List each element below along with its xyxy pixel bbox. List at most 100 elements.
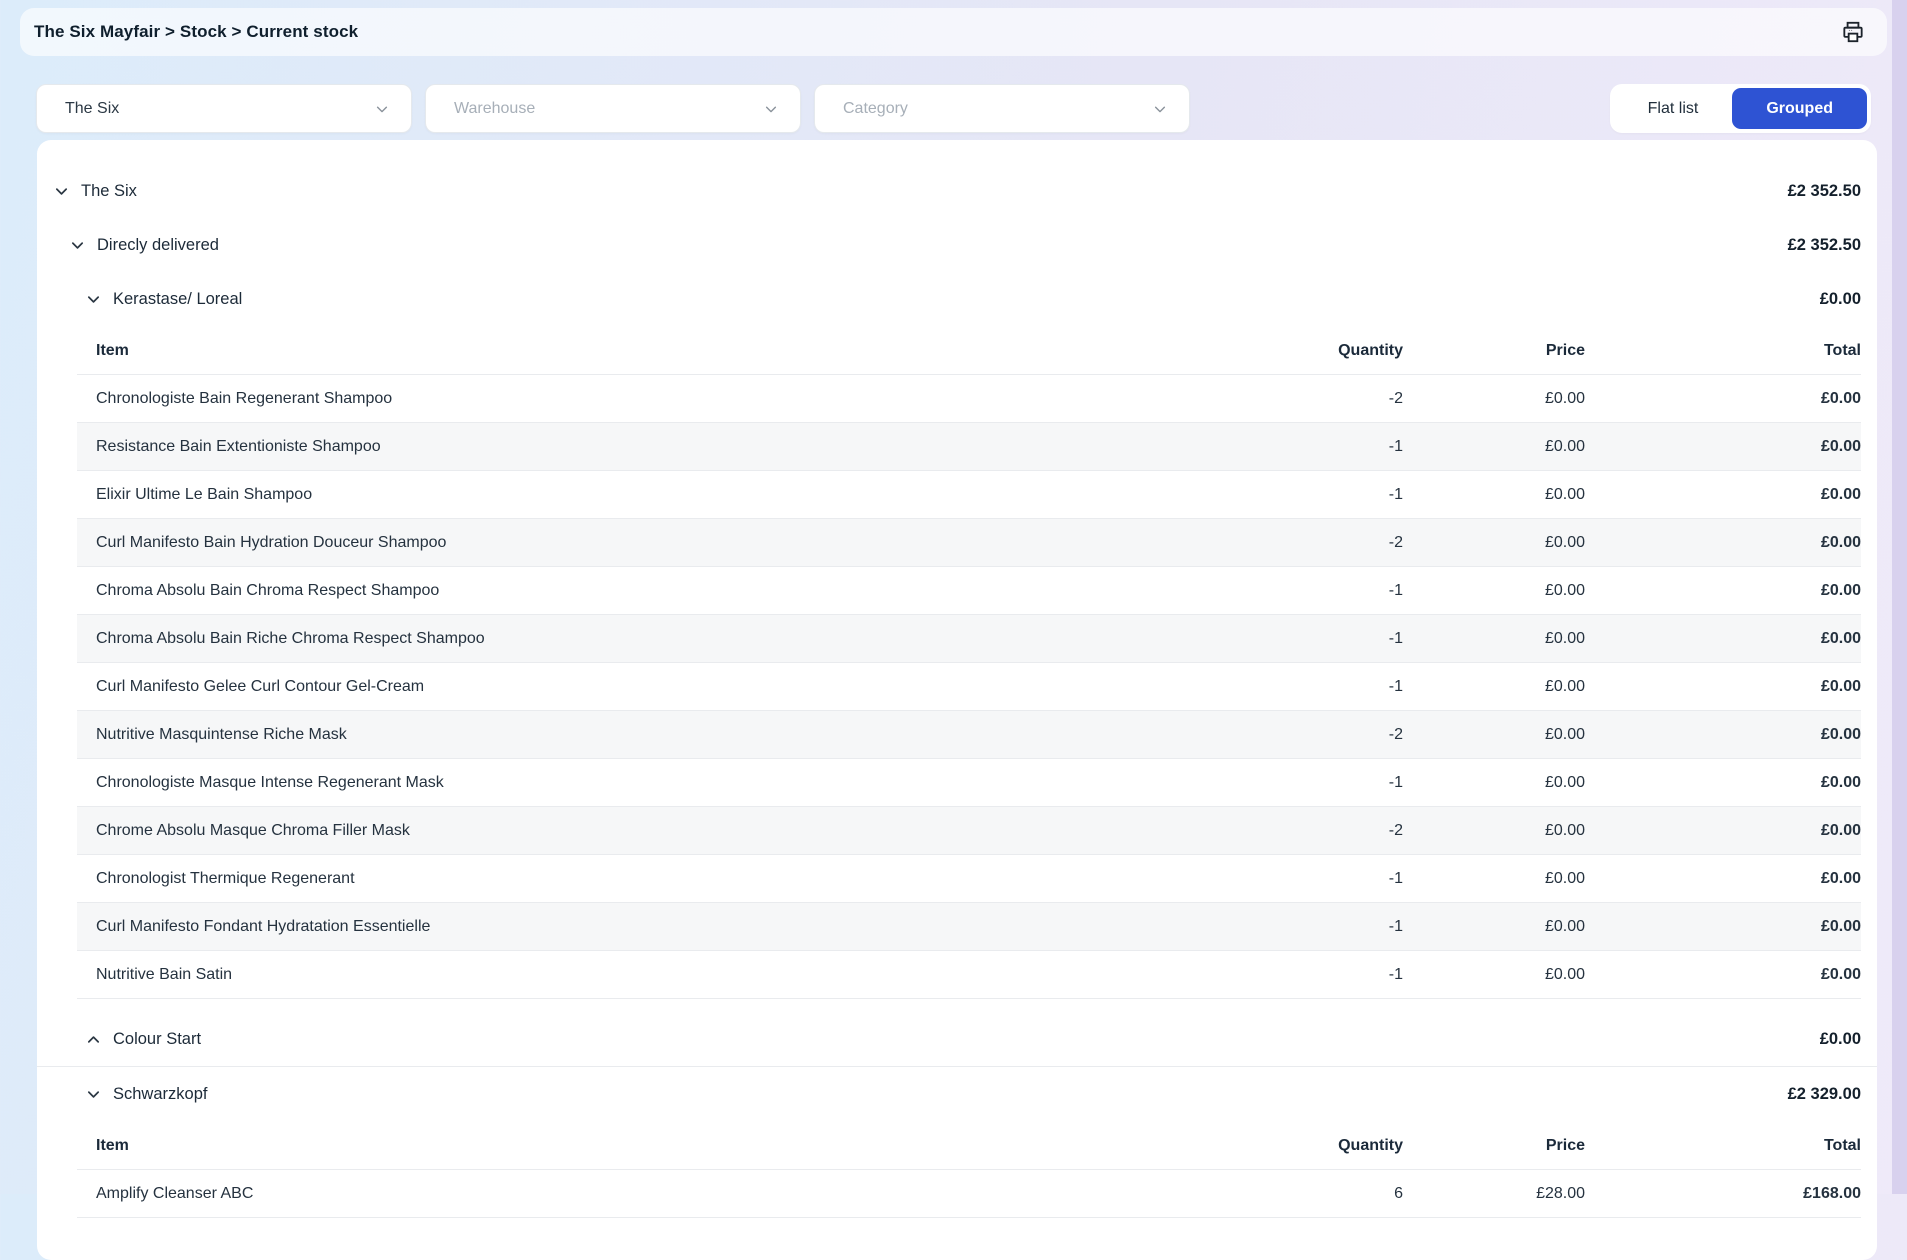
warehouse-select[interactable]: Warehouse [425, 84, 801, 133]
table-row: Chroma Absolu Bain Riche Chroma Respect … [77, 615, 1861, 663]
price-cell: £0.00 [1403, 918, 1585, 936]
group-label: Colour Start [113, 1030, 201, 1049]
price-cell: £0.00 [1403, 390, 1585, 408]
item-name-cell: Curl Manifesto Bain Hydration Douceur Sh… [77, 534, 1103, 552]
column-header-quantity: Quantity [1103, 342, 1403, 360]
quantity-cell: -2 [1103, 822, 1403, 840]
total-cell: £0.00 [1585, 678, 1861, 696]
grouped-stock-list: The Six £2 352.50 Direcly delivered £2 3… [37, 164, 1877, 1218]
total-cell: £0.00 [1585, 438, 1861, 456]
total-cell: £0.00 [1585, 390, 1861, 408]
group-row-kerastase-loreal[interactable]: Kerastase/ Loreal £0.00 [37, 272, 1877, 326]
group-row-colour-start[interactable]: Colour Start £0.00 [37, 1013, 1877, 1067]
table-row: Curl Manifesto Gelee Curl Contour Gel-Cr… [77, 663, 1861, 711]
group-total: £2 352.50 [1788, 182, 1861, 201]
category-select[interactable]: Category [814, 84, 1190, 133]
quantity-cell: -1 [1103, 918, 1403, 936]
table-body: Amplify Cleanser ABC 6 £28.00 £168.00 [77, 1170, 1861, 1218]
price-cell: £0.00 [1403, 534, 1585, 552]
item-name-cell: Chronologiste Masque Intense Regenerant … [77, 774, 1103, 792]
flat-list-button[interactable]: Flat list [1614, 88, 1733, 129]
price-cell: £0.00 [1403, 582, 1585, 600]
table-body: Chronologiste Bain Regenerant Shampoo -2… [77, 375, 1861, 999]
table-row: Chronologiste Masque Intense Regenerant … [77, 759, 1861, 807]
table-row: Chronologist Thermique Regenerant -1 £0.… [77, 855, 1861, 903]
column-header-total: Total [1585, 342, 1861, 360]
total-cell: £0.00 [1585, 726, 1861, 744]
table-row: Elixir Ultime Le Bain Shampoo -1 £0.00 £… [77, 471, 1861, 519]
quantity-cell: -1 [1103, 678, 1403, 696]
quantity-cell: -2 [1103, 390, 1403, 408]
quantity-cell: -1 [1103, 438, 1403, 456]
group-total: £2 329.00 [1788, 1085, 1861, 1104]
printer-icon [1840, 19, 1866, 45]
total-cell: £0.00 [1585, 918, 1861, 936]
warehouse-select-placeholder: Warehouse [454, 100, 535, 118]
price-cell: £0.00 [1403, 822, 1585, 840]
group-label: Schwarzkopf [113, 1085, 207, 1104]
column-header-price: Price [1403, 1137, 1585, 1155]
grouped-button[interactable]: Grouped [1732, 88, 1867, 129]
price-cell: £0.00 [1403, 630, 1585, 648]
chevron-down-icon [86, 1087, 101, 1102]
table-row: Nutritive Bain Satin -1 £0.00 £0.00 [77, 951, 1861, 999]
stock-list-card: The Six £2 352.50 Direcly delivered £2 3… [37, 140, 1877, 1260]
quantity-cell: -1 [1103, 582, 1403, 600]
price-cell: £0.00 [1403, 438, 1585, 456]
location-select[interactable]: The Six [36, 84, 412, 133]
item-name-cell: Resistance Bain Extentioniste Shampoo [77, 438, 1103, 456]
total-cell: £0.00 [1585, 822, 1861, 840]
price-cell: £0.00 [1403, 726, 1585, 744]
item-name-cell: Chrome Absolu Masque Chroma Filler Mask [77, 822, 1103, 840]
table-header: Item Quantity Price Total [77, 328, 1861, 375]
group-label: The Six [81, 182, 137, 201]
item-name-cell: Curl Manifesto Fondant Hydratation Essen… [77, 918, 1103, 936]
breadcrumb[interactable]: The Six Mayfair > Stock > Current stock [34, 22, 358, 42]
column-header-total: Total [1585, 1137, 1861, 1155]
group-row-direcly-delivered[interactable]: Direcly delivered £2 352.50 [37, 218, 1877, 272]
table-row: Chronologiste Bain Regenerant Shampoo -2… [77, 375, 1861, 423]
item-name-cell: Chronologist Thermique Regenerant [77, 870, 1103, 888]
chevron-down-icon [375, 102, 389, 116]
item-name-cell: Chronologiste Bain Regenerant Shampoo [77, 390, 1103, 408]
group-row-schwarzkopf[interactable]: Schwarzkopf £2 329.00 [37, 1067, 1877, 1121]
group-label: Kerastase/ Loreal [113, 290, 242, 309]
total-cell: £0.00 [1585, 582, 1861, 600]
item-name-cell: Chroma Absolu Bain Riche Chroma Respect … [77, 630, 1103, 648]
price-cell: £0.00 [1403, 870, 1585, 888]
group-total: £0.00 [1820, 1030, 1861, 1049]
quantity-cell: -2 [1103, 534, 1403, 552]
group-total: £2 352.50 [1788, 236, 1861, 255]
column-header-item: Item [77, 342, 1103, 360]
quantity-cell: -1 [1103, 774, 1403, 792]
item-name-cell: Curl Manifesto Gelee Curl Contour Gel-Cr… [77, 678, 1103, 696]
table-row: Chroma Absolu Bain Chroma Respect Shampo… [77, 567, 1861, 615]
total-cell: £0.00 [1585, 774, 1861, 792]
price-cell: £0.00 [1403, 966, 1585, 984]
group-total: £0.00 [1820, 290, 1861, 309]
items-table: Item Quantity Price Total Chronologiste … [77, 328, 1861, 999]
total-cell: £0.00 [1585, 966, 1861, 984]
group-row-the-six[interactable]: The Six £2 352.50 [37, 164, 1877, 218]
column-header-quantity: Quantity [1103, 1137, 1403, 1155]
page-edge-strip [1892, 0, 1907, 1194]
chevron-down-icon [764, 102, 778, 116]
chevron-down-icon [86, 292, 101, 307]
column-header-item: Item [77, 1137, 1103, 1155]
items-table: Item Quantity Price Total Amplify Cleans… [77, 1123, 1861, 1218]
quantity-cell: -1 [1103, 630, 1403, 648]
category-select-placeholder: Category [843, 100, 908, 118]
top-bar: The Six Mayfair > Stock > Current stock [20, 8, 1887, 56]
table-row: Amplify Cleanser ABC 6 £28.00 £168.00 [77, 1170, 1861, 1218]
location-select-value: The Six [65, 100, 119, 118]
price-cell: £0.00 [1403, 774, 1585, 792]
quantity-cell: -1 [1103, 966, 1403, 984]
chevron-down-icon [70, 238, 85, 253]
column-header-price: Price [1403, 342, 1585, 360]
view-mode-toggle: Flat list Grouped [1610, 84, 1871, 133]
print-button[interactable] [1837, 16, 1869, 48]
item-name-cell: Elixir Ultime Le Bain Shampoo [77, 486, 1103, 504]
quantity-cell: -1 [1103, 486, 1403, 504]
quantity-cell: -2 [1103, 726, 1403, 744]
table-header: Item Quantity Price Total [77, 1123, 1861, 1170]
